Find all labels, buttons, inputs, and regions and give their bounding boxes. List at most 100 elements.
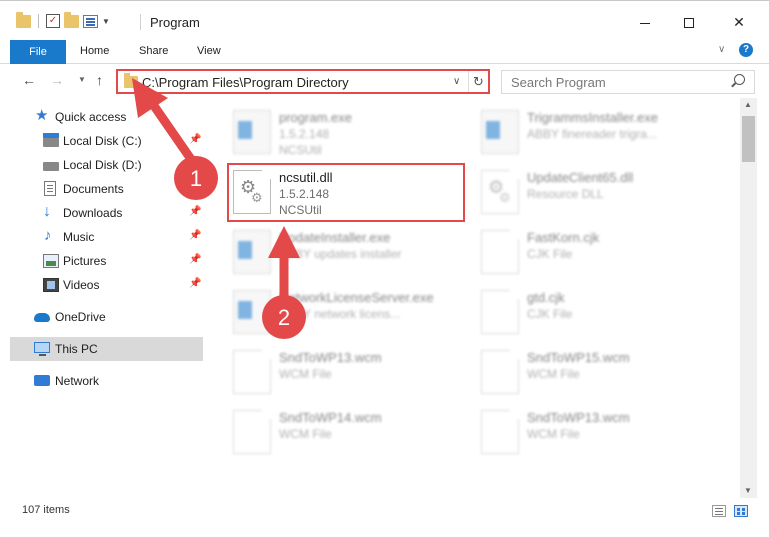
sidebar-item-local-disk-c[interactable]: Local Disk (C:) 📌: [0, 129, 203, 153]
file-item[interactable]: UpdateClient65.dll Resource DLL: [481, 166, 721, 226]
star-icon: ★: [35, 107, 49, 124]
music-icon: ♪: [44, 227, 52, 244]
vertical-scrollbar[interactable]: ▲ ▼: [740, 98, 757, 498]
address-folder-icon: [124, 73, 138, 88]
sidebar-item-videos[interactable]: Videos 📌: [0, 273, 203, 297]
title-bar: ✓ ▼ Program ✕: [0, 0, 769, 40]
folder-icon: [16, 11, 31, 28]
file-name: gtd.cjk: [527, 290, 565, 305]
tab-view[interactable]: View: [197, 40, 221, 63]
scroll-up-arrow-icon[interactable]: ▲: [744, 100, 752, 109]
scroll-thumb[interactable]: [742, 116, 755, 162]
file-description: CJK File: [527, 307, 573, 321]
large-icons-view-icon[interactable]: [734, 505, 748, 517]
sidebar-item-pictures[interactable]: Pictures 📌: [0, 249, 203, 273]
sidebar-item-local-disk-d[interactable]: Local Disk (D:): [0, 153, 203, 177]
refresh-icon[interactable]: ↻: [468, 71, 488, 92]
recent-locations-caret-icon[interactable]: ▼: [78, 75, 86, 84]
back-arrow-icon[interactable]: ←: [22, 72, 36, 88]
file-name: SndToWP14.wcm: [279, 410, 382, 425]
exe-file-icon: [233, 110, 271, 154]
sidebar-item-network[interactable]: Network: [0, 369, 203, 393]
file-name: program.exe: [279, 110, 352, 125]
network-icon: [34, 375, 50, 386]
up-arrow-icon[interactable]: ↑: [96, 72, 103, 88]
file-item[interactable]: FastKorn.cjk CJK File: [481, 226, 721, 286]
pictures-icon: [43, 254, 59, 268]
minimize-button[interactable]: [622, 9, 668, 35]
file-name: UpdateClient65.dll: [527, 170, 634, 185]
address-bar[interactable]: C:\Program Files\Program Directory ∨ ↻: [116, 69, 490, 94]
sidebar-item-label: Videos: [63, 278, 100, 292]
properties-icon[interactable]: [83, 14, 98, 28]
this-pc-icon: [34, 342, 50, 356]
expand-ribbon-chevron-icon[interactable]: ∨: [718, 44, 725, 55]
sidebar-item-quick-access[interactable]: ★ Quick access: [0, 105, 203, 129]
file-item[interactable]: SndToWP13.wcm WCM File: [233, 346, 473, 406]
file-item[interactable]: SndToWP13.wcm WCM File: [481, 406, 721, 466]
scroll-down-arrow-icon[interactable]: ▼: [744, 486, 752, 495]
details-view-icon[interactable]: [712, 505, 726, 517]
customize-toolbar-caret-icon[interactable]: ▼: [102, 17, 110, 26]
sidebar-item-onedrive[interactable]: OneDrive: [0, 305, 203, 329]
address-dropdown-chevron-icon[interactable]: ∨: [453, 76, 460, 87]
pin-icon[interactable]: 📌: [189, 182, 201, 193]
maximize-icon: [684, 18, 694, 29]
pin-icon[interactable]: 📌: [189, 134, 201, 145]
document-icon: [481, 410, 519, 454]
sidebar-item-label: Music: [63, 230, 95, 244]
file-item[interactable]: NetworkLicenseServer.exe ABBY network li…: [233, 286, 473, 346]
navigation-bar: ← → ▼ ↑ C:\Program Files\Program Directo…: [0, 64, 769, 98]
file-version: 1.5.2.148: [279, 127, 330, 141]
file-item[interactable]: SndToWP14.wcm WCM File: [233, 406, 473, 466]
tab-share[interactable]: Share: [139, 40, 168, 63]
downloads-icon: ↓: [43, 203, 51, 220]
sidebar-item-music[interactable]: ♪ Music 📌: [0, 225, 203, 249]
maximize-button[interactable]: [666, 9, 712, 35]
search-icon[interactable]: [734, 74, 745, 85]
document-icon: [233, 410, 271, 454]
file-item[interactable]: gtd.cjk CJK File: [481, 286, 721, 346]
file-name: SndToWP15.wcm: [527, 350, 630, 365]
exe-file-icon: [481, 110, 519, 154]
local-disk-icon: [43, 133, 59, 147]
file-item[interactable]: TrigrammsInstaller.exe ABBY finereader t…: [481, 106, 721, 166]
forward-arrow-icon[interactable]: →: [50, 72, 64, 88]
window-title: Program: [150, 15, 200, 30]
properties-check-icon[interactable]: ✓: [46, 14, 60, 28]
minimize-icon: [640, 22, 650, 24]
close-button[interactable]: ✕: [716, 9, 762, 35]
pin-icon[interactable]: 📌: [189, 230, 201, 241]
new-folder-icon[interactable]: [64, 11, 79, 28]
help-icon[interactable]: ?: [739, 43, 753, 57]
sidebar-item-downloads[interactable]: ↓ Downloads 📌: [0, 201, 203, 225]
file-item[interactable]: SndToWP15.wcm WCM File: [481, 346, 721, 406]
document-icon: [481, 290, 519, 334]
quick-access-toolbar: ✓ ▼: [16, 11, 110, 28]
pin-icon[interactable]: 📌: [189, 278, 201, 289]
search-box[interactable]: Search Program: [501, 70, 755, 94]
tab-home[interactable]: Home: [80, 40, 109, 63]
title-divider: [140, 14, 141, 30]
pin-icon[interactable]: 📌: [189, 254, 201, 265]
status-bar: 107 items: [0, 498, 769, 526]
tab-file[interactable]: File: [10, 40, 66, 64]
sidebar-item-this-pc[interactable]: This PC: [10, 337, 203, 361]
sidebar-item-label: Local Disk (D:): [63, 158, 142, 172]
navigation-pane: ★ Quick access Local Disk (C:) 📌 Local D…: [0, 98, 205, 498]
file-name: TrigrammsInstaller.exe: [527, 110, 658, 125]
pin-icon[interactable]: 📌: [189, 206, 201, 217]
address-path[interactable]: C:\Program Files\Program Directory: [142, 75, 349, 90]
sidebar-item-documents[interactable]: Documents 📌: [0, 177, 203, 201]
file-description: Resource DLL: [527, 187, 604, 201]
file-description: ABBY finereader trigra...: [527, 127, 657, 141]
file-item[interactable]: UpdateInstaller.exe ABBY updates install…: [233, 226, 473, 286]
document-icon: [481, 350, 519, 394]
toolbar-divider: [38, 14, 39, 28]
sidebar-item-label: Pictures: [63, 254, 107, 268]
file-description: WCM File: [527, 427, 580, 441]
sidebar-item-label: Network: [55, 374, 100, 388]
file-item[interactable]: program.exe 1.5.2.148 NCSUtil: [233, 106, 473, 166]
file-name: SndToWP13.wcm: [279, 350, 382, 365]
search-placeholder[interactable]: Search Program: [511, 75, 606, 90]
